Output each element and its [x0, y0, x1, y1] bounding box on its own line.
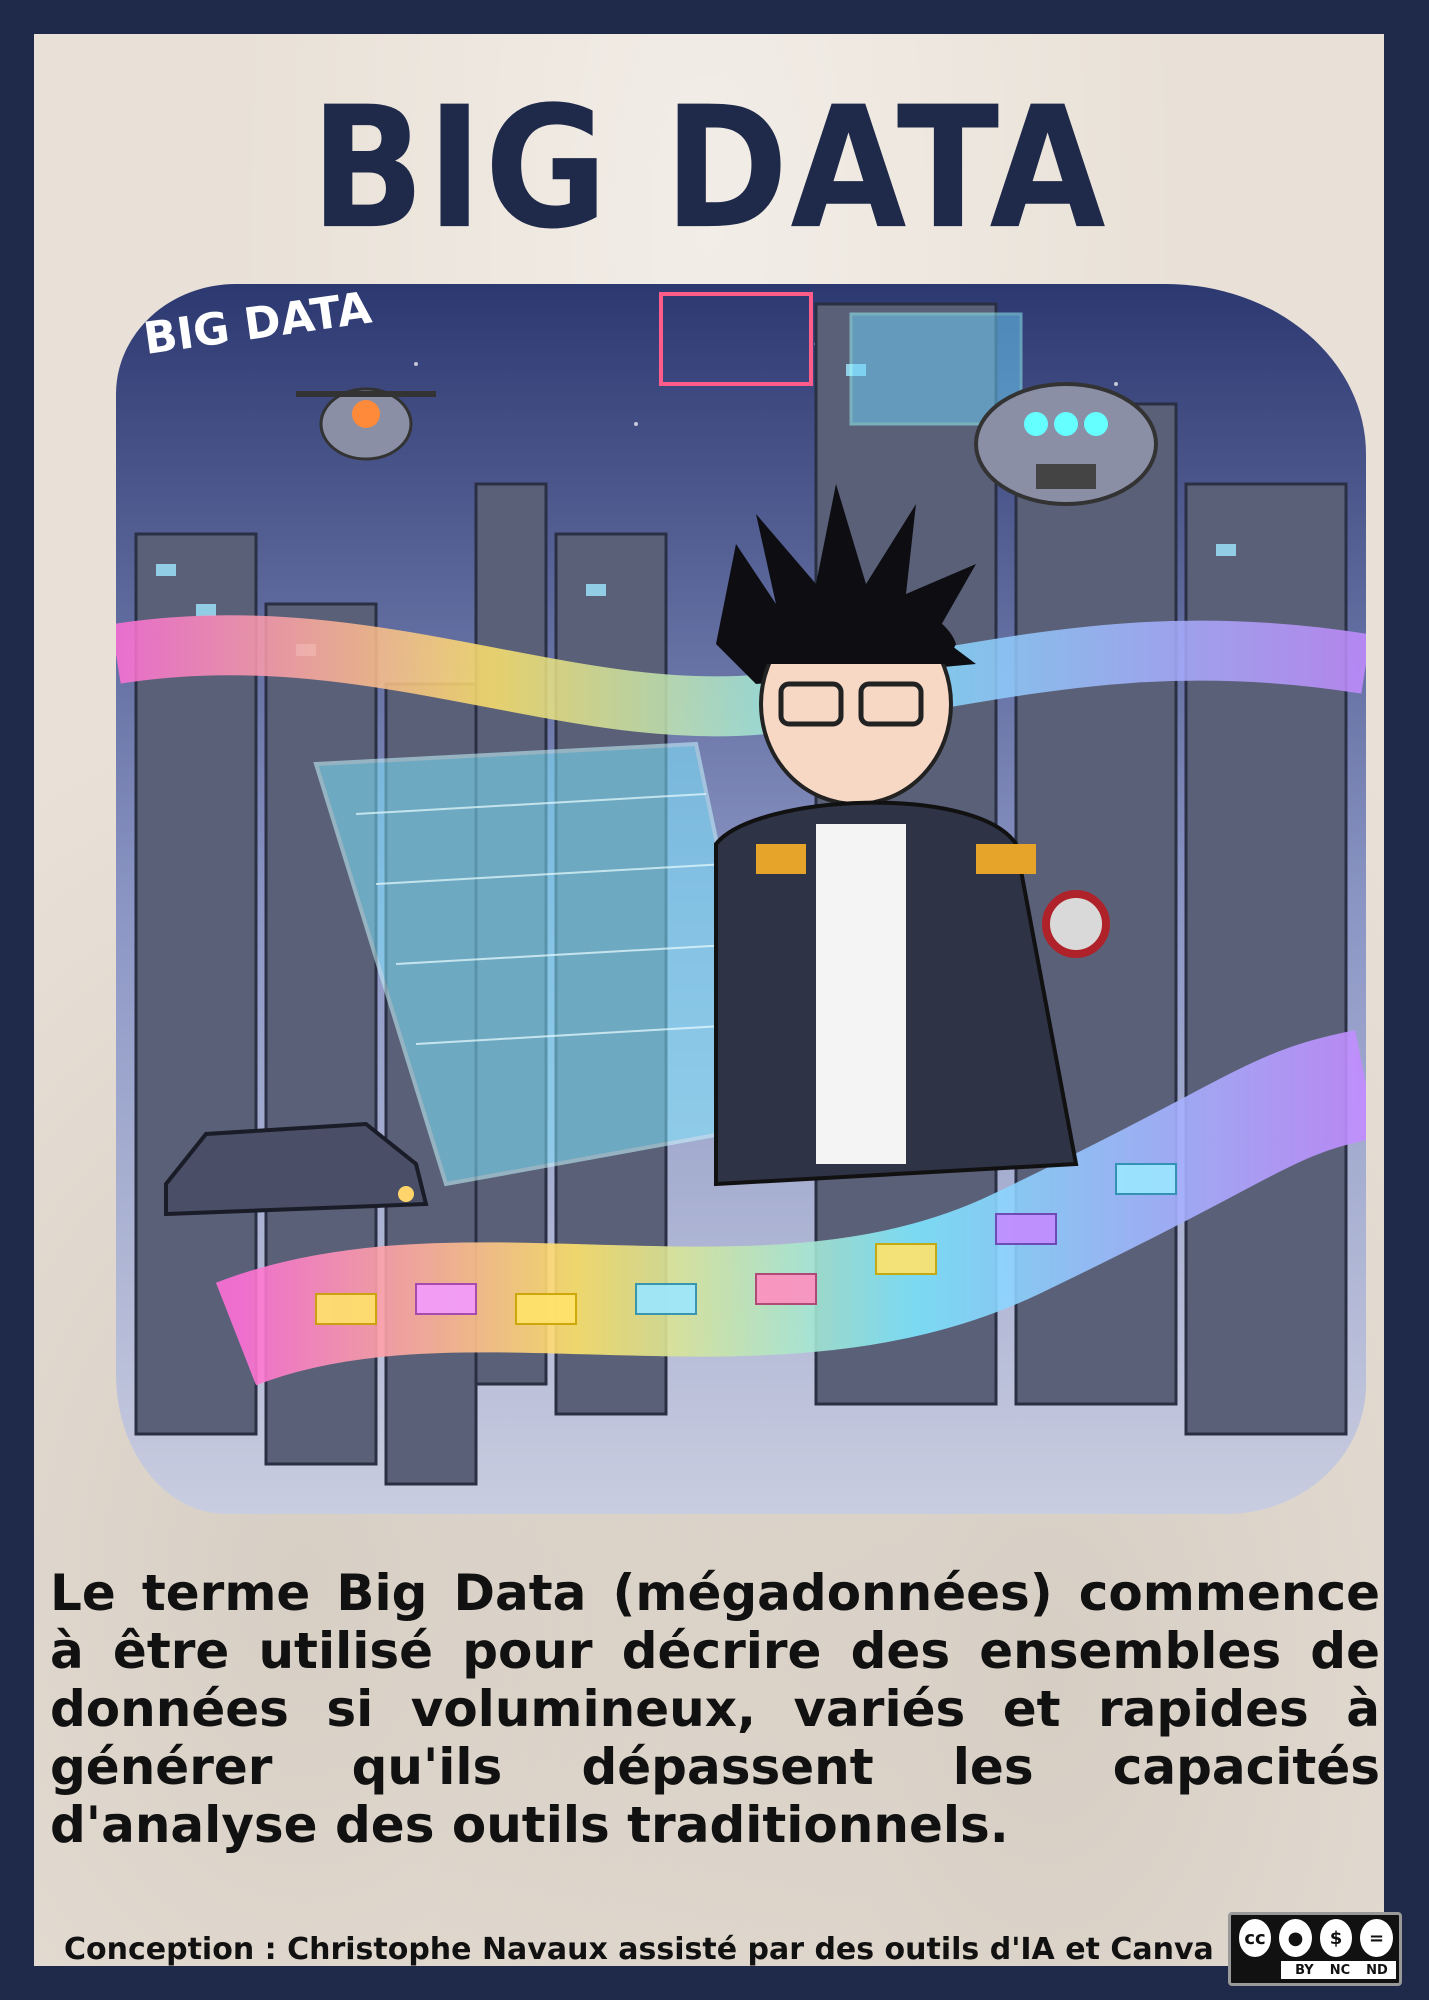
illustration: BIG DATA	[116, 284, 1366, 1514]
attribution-icon: ●	[1277, 1917, 1314, 1959]
footer: Conception : Christophe Navaux assisté p…	[64, 1912, 1402, 1986]
noderivatives-icon: =	[1358, 1917, 1395, 1959]
description-text: Le terme Big Data (mégadonnées) commence…	[50, 1564, 1380, 1854]
noncommercial-icon: $	[1317, 1917, 1355, 1959]
credit-text: Conception : Christophe Navaux assisté p…	[64, 1931, 1214, 1967]
poster-title: BIG DATA	[310, 71, 1108, 267]
cc-license-badge[interactable]: cc ● $ = BY NC ND	[1227, 1912, 1402, 1986]
cc-icon: cc	[1236, 1917, 1274, 1959]
license-nc-label: NC	[1329, 1962, 1351, 1978]
poster-card: BIG DATA BIG DATA Le terme Big Data (még…	[34, 34, 1402, 1986]
illustration-art: BIG DATA	[116, 284, 1366, 1514]
license-by-label: BY	[1295, 1962, 1314, 1978]
license-nd-label: ND	[1366, 1962, 1388, 1978]
